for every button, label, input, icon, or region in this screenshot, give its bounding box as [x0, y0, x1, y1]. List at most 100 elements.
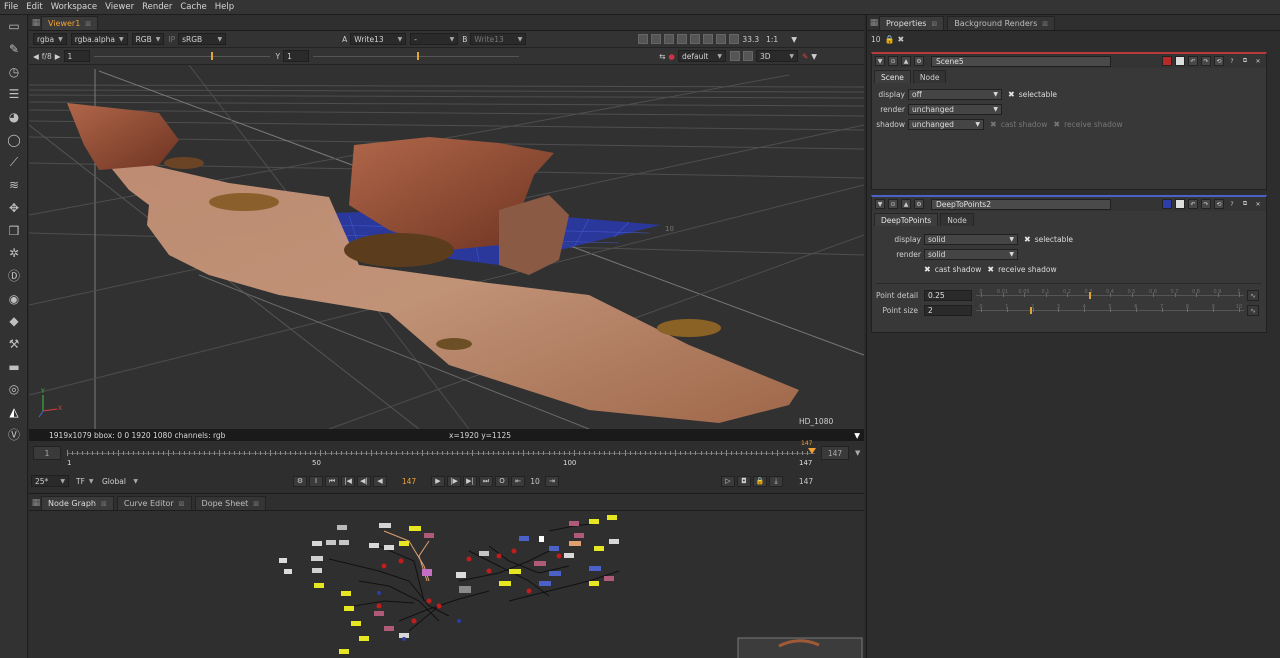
- slider-handle[interactable]: [1029, 307, 1032, 314]
- revert-icon[interactable]: ⟲: [1214, 56, 1224, 66]
- image-tools-icon[interactable]: ▭: [0, 15, 28, 38]
- pane-menu-icon[interactable]: ▦: [869, 16, 879, 30]
- alpha-dropdown[interactable]: rgba.alpha ▼: [70, 33, 128, 45]
- flipbook-icon[interactable]: ◘: [737, 475, 751, 487]
- prev-keyframe-icon[interactable]: |◀: [341, 475, 355, 487]
- fstop-prev-icon[interactable]: ◀: [33, 52, 39, 61]
- node-name-field[interactable]: Scene5: [931, 55, 1111, 67]
- gain-field[interactable]: 1: [63, 50, 90, 62]
- overlay-icon[interactable]: [664, 34, 675, 44]
- draw-tools-icon[interactable]: ✎: [0, 38, 28, 61]
- more-icon[interactable]: ▼: [811, 52, 817, 61]
- slider-handle[interactable]: [1088, 292, 1091, 299]
- float-icon[interactable]: ⧉: [1240, 56, 1250, 66]
- close-icon[interactable]: ⊠: [179, 500, 185, 508]
- refresh-icon[interactable]: [703, 34, 714, 44]
- close-icon[interactable]: ⊠: [931, 20, 937, 28]
- mode-grid-icon[interactable]: [729, 51, 740, 61]
- shadow-dropdown[interactable]: unchanged ▼: [908, 119, 984, 130]
- 3d-viewport[interactable]: Y X 10 HD_1080: [29, 65, 864, 429]
- views-tools-icon[interactable]: ◉: [0, 287, 28, 310]
- settings-icon[interactable]: ⚙: [914, 56, 924, 66]
- step-back-icon[interactable]: ◀|: [357, 475, 371, 487]
- view-mode-dropdown[interactable]: 3D ▼: [755, 50, 798, 62]
- cast-shadow-checkbox[interactable]: ✖: [924, 265, 931, 274]
- gamma-field[interactable]: 1: [283, 50, 310, 62]
- skip-forward-icon[interactable]: ⇥: [545, 475, 559, 487]
- pixel-ratio[interactable]: 1:1: [766, 35, 778, 44]
- frame-end-field[interactable]: 147: [821, 446, 849, 460]
- step-forward-icon[interactable]: |▶: [447, 475, 461, 487]
- font-color-icon[interactable]: [1175, 56, 1185, 66]
- menu-cache[interactable]: Cache: [180, 2, 206, 12]
- paint-icon[interactable]: ✎: [802, 52, 808, 61]
- help-icon[interactable]: ?: [1227, 56, 1237, 66]
- point-detail-slider[interactable]: 00.010.050.10.20.30.40.50.60.70.80.91: [976, 289, 1244, 301]
- cache-icon[interactable]: ⤓: [769, 475, 783, 487]
- transform-tools-icon[interactable]: ✥: [0, 197, 28, 220]
- 3d-tools-icon[interactable]: ❒: [0, 219, 28, 242]
- range-dropdown[interactable]: Global ▼: [99, 475, 141, 487]
- collapse-icon[interactable]: ▼: [875, 56, 885, 66]
- close-icon[interactable]: ✕: [1253, 199, 1263, 209]
- knobs-icon[interactable]: ⊙: [888, 56, 898, 66]
- mode-list-icon[interactable]: [742, 51, 753, 61]
- receive-shadow-checkbox[interactable]: ✖: [1053, 120, 1060, 129]
- menu-edit[interactable]: Edit: [26, 2, 42, 12]
- lock-panels-icon[interactable]: 🔒: [885, 35, 895, 44]
- node-graph-canvas[interactable]: [29, 511, 864, 658]
- display-dropdown[interactable]: solid ▼: [924, 234, 1018, 245]
- display-channels-dropdown[interactable]: RGB ▼: [131, 33, 165, 45]
- play-forward-icon[interactable]: ▶: [431, 475, 445, 487]
- tab-dope-sheet[interactable]: Dope Sheet ⊠: [194, 496, 267, 510]
- point-size-slider[interactable]: 0 1 2 3 4 5 6 7 8 9 10: [976, 304, 1244, 316]
- redo-icon[interactable]: ↷: [1201, 56, 1211, 66]
- last-frame-icon[interactable]: ⏭: [479, 475, 493, 487]
- guides-icon[interactable]: [690, 34, 701, 44]
- tab-node[interactable]: Node: [912, 70, 947, 83]
- cast-shadow-checkbox[interactable]: ✖: [990, 120, 997, 129]
- settings-icon[interactable]: ⚙: [914, 199, 924, 209]
- font-color-icon[interactable]: [1175, 199, 1185, 209]
- next-keyframe-icon[interactable]: ▶|: [463, 475, 477, 487]
- menu-help[interactable]: Help: [215, 2, 234, 12]
- current-frame-field[interactable]: 147: [389, 476, 429, 487]
- toolsets-icon[interactable]: ⚒: [0, 333, 28, 356]
- playhead[interactable]: 147: [801, 440, 816, 455]
- menu-workspace[interactable]: Workspace: [51, 2, 97, 12]
- receive-shadow-checkbox[interactable]: ✖: [987, 265, 994, 274]
- tab-curve-editor[interactable]: Curve Editor ⊠: [116, 496, 192, 510]
- knobs-icon[interactable]: ⊙: [888, 199, 898, 209]
- pause-icon[interactable]: [729, 34, 740, 44]
- merge-tools-icon[interactable]: ≋: [0, 174, 28, 197]
- tab-background-renders[interactable]: Background Renders ⊠: [947, 16, 1056, 30]
- gamma-slider[interactable]: [313, 51, 520, 61]
- playback-mode-icon[interactable]: ▷: [721, 475, 735, 487]
- display-dropdown[interactable]: off ▼: [908, 89, 1002, 100]
- menu-viewer[interactable]: Viewer: [105, 2, 134, 12]
- close-icon[interactable]: ⊠: [101, 500, 107, 508]
- input-b-dropdown[interactable]: Write13 ▼: [470, 33, 527, 45]
- roi-icon[interactable]: [638, 34, 649, 44]
- point-detail-field[interactable]: 0.25: [924, 290, 972, 301]
- tile-color-icon[interactable]: [1162, 199, 1172, 209]
- close-icon[interactable]: ✕: [1253, 56, 1263, 66]
- point-size-field[interactable]: 2: [924, 305, 972, 316]
- help-icon[interactable]: ?: [1227, 199, 1237, 209]
- undo-icon[interactable]: ↶: [1188, 56, 1198, 66]
- float-icon[interactable]: ⧉: [1240, 199, 1250, 209]
- lock-range-icon[interactable]: 🔒: [753, 475, 767, 487]
- view-node-icon[interactable]: ▲: [901, 56, 911, 66]
- menu-render[interactable]: Render: [142, 2, 172, 12]
- selectable-checkbox[interactable]: ✖: [1008, 90, 1015, 99]
- input-a-dropdown[interactable]: Write13 ▼: [350, 33, 407, 45]
- zoom-dropdown-icon[interactable]: ▼: [791, 35, 797, 44]
- timecode-dropdown[interactable]: TF ▼: [73, 475, 95, 487]
- lut-dropdown[interactable]: sRGB ▼: [178, 33, 227, 45]
- tab-viewer1[interactable]: Viewer1 ⊠: [41, 16, 99, 30]
- tab-node[interactable]: Node: [940, 213, 974, 226]
- time-tools-icon[interactable]: ◷: [0, 60, 28, 83]
- close-icon[interactable]: ⊠: [253, 500, 259, 508]
- info-menu-icon[interactable]: ▼: [854, 431, 860, 440]
- animation-curve-icon[interactable]: ∿: [1247, 290, 1259, 301]
